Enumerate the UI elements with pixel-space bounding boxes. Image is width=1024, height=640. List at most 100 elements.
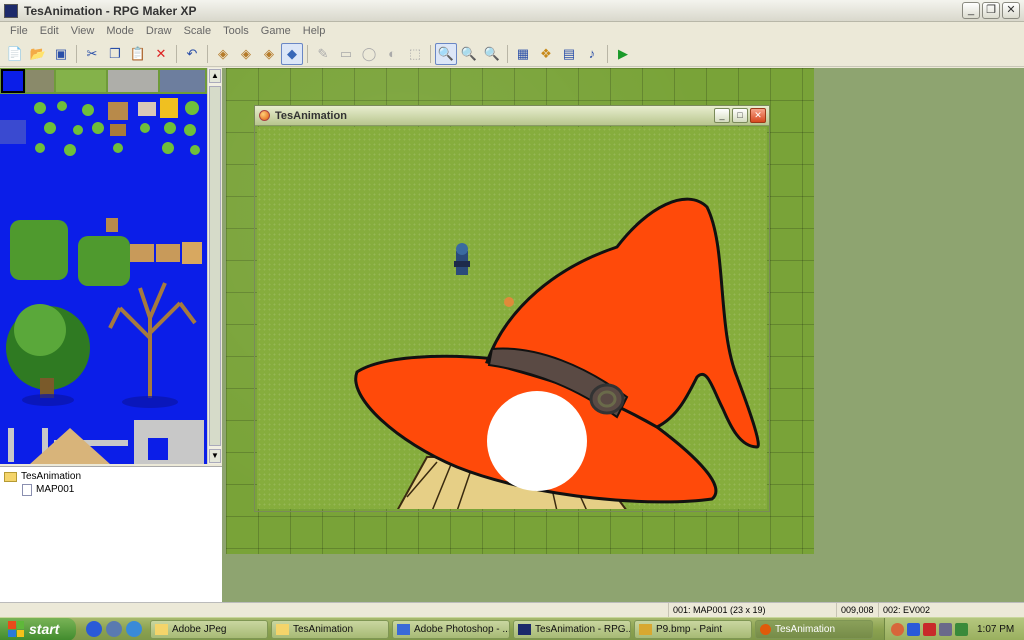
pencil-icon[interactable]: ✎ <box>312 43 334 65</box>
media-player-icon[interactable] <box>106 621 122 637</box>
open-project-icon[interactable]: 📂 <box>27 43 49 65</box>
security-alert-icon[interactable] <box>923 623 936 636</box>
new-project-icon[interactable]: 📄 <box>4 43 26 65</box>
quick-launch <box>86 621 142 637</box>
paste-icon[interactable]: 📋 <box>127 43 149 65</box>
tree-map-node[interactable]: MAP001 <box>4 483 218 496</box>
tray-app-icon[interactable] <box>939 623 952 636</box>
system-tray: 1:07 PM <box>884 618 1024 640</box>
toolbar-separator <box>307 44 308 63</box>
scroll-down-arrow-icon[interactable]: ▼ <box>209 449 221 463</box>
window-title: TesAnimation - RPG Maker XP <box>24 3 197 18</box>
browser-icon[interactable] <box>126 621 142 637</box>
start-button[interactable]: start <box>0 617 76 640</box>
copy-icon[interactable]: ❐ <box>104 43 126 65</box>
game-window-titlebar[interactable]: TesAnimation _ □ ✕ <box>255 106 769 126</box>
rectangle-icon[interactable]: ▭ <box>335 43 357 65</box>
materialbase-icon[interactable]: ❖ <box>535 43 557 65</box>
scroll-up-arrow-icon[interactable]: ▲ <box>209 69 221 83</box>
project-name: TesAnimation <box>21 471 82 482</box>
minimize-button[interactable]: _ <box>962 2 980 19</box>
volume-icon[interactable] <box>955 623 968 636</box>
status-coordinates: 009,008 <box>836 603 878 618</box>
game-scene <box>354 197 760 509</box>
zoom-half-icon[interactable]: 🔍 <box>458 43 480 65</box>
menu-edit[interactable]: Edit <box>34 25 65 37</box>
folder-icon <box>276 623 289 635</box>
paint-icon <box>639 623 652 635</box>
tileset-scrollbar[interactable]: ▲ ▼ <box>207 68 221 464</box>
delete-icon[interactable]: ✕ <box>150 43 172 65</box>
game-screen[interactable] <box>257 127 767 509</box>
zoom-quarter-icon[interactable]: 🔍 <box>481 43 503 65</box>
photoshop-icon <box>397 623 410 635</box>
scroll-thumb[interactable] <box>209 86 221 446</box>
status-bar: 001: MAP001 (23 x 19) 009,008 002: EV002 <box>0 602 1024 618</box>
database-icon[interactable]: ▦ <box>512 43 534 65</box>
undo-icon[interactable]: ↶ <box>181 43 203 65</box>
status-event: 002: EV002 <box>878 603 1024 618</box>
toolbar-separator <box>176 44 177 63</box>
ie-icon[interactable] <box>86 621 102 637</box>
network-icon[interactable] <box>907 623 920 636</box>
hero-sprite <box>454 243 470 275</box>
layer3-icon[interactable]: ◈ <box>258 43 280 65</box>
clock: 1:07 PM <box>977 624 1015 635</box>
flood-fill-icon[interactable]: ◐ <box>381 43 403 65</box>
task-label: TesAnimation <box>293 623 354 635</box>
menu-draw[interactable]: Draw <box>140 25 178 37</box>
task-label: P9.bmp - Paint <box>656 623 723 635</box>
folder-icon <box>4 471 17 482</box>
menu-mode[interactable]: Mode <box>100 25 140 37</box>
layer1-icon[interactable]: ◈ <box>212 43 234 65</box>
task-tesanimation-folder[interactable]: TesAnimation <box>271 619 389 639</box>
menu-view[interactable]: View <box>65 25 101 37</box>
map-name: MAP001 <box>36 484 75 495</box>
task-tesanimation-game[interactable]: TesAnimation <box>755 619 873 639</box>
tileset-graphic <box>0 68 207 464</box>
windows-flag-icon <box>8 621 24 637</box>
toolbar-separator <box>607 44 608 63</box>
menu-scale[interactable]: Scale <box>178 25 218 37</box>
zoom-1x-icon[interactable]: 🔍 <box>435 42 457 65</box>
game-maximize-button[interactable]: □ <box>732 108 748 123</box>
tileset-palette[interactable] <box>0 68 207 464</box>
toolbar-separator <box>76 44 77 63</box>
task-paint[interactable]: P9.bmp - Paint <box>634 619 752 639</box>
tree-project-node[interactable]: TesAnimation <box>4 470 218 483</box>
task-photoshop[interactable]: Adobe Photoshop - ... <box>392 619 510 639</box>
game-close-button[interactable]: ✕ <box>750 108 766 123</box>
select-icon[interactable]: ⬚ <box>404 43 426 65</box>
restore-button[interactable]: ❐ <box>982 2 1000 19</box>
event-layer-icon[interactable]: ◆ <box>281 42 303 65</box>
start-label: start <box>29 621 60 637</box>
game-window-title: TesAnimation <box>275 109 347 122</box>
menu-help[interactable]: Help <box>297 25 332 37</box>
rpg-maker-icon <box>518 623 531 635</box>
toolbar-separator <box>430 44 431 63</box>
tray-arrow-icon[interactable] <box>891 623 904 636</box>
folder-icon <box>155 623 168 635</box>
cut-icon[interactable]: ✂ <box>81 43 103 65</box>
game-window: TesAnimation _ □ ✕ <box>254 105 770 512</box>
menu-bar: File Edit View Mode Draw Scale Tools Gam… <box>0 22 1024 40</box>
ellipse-icon[interactable]: ◯ <box>358 43 380 65</box>
task-label: Adobe Photoshop - ... <box>414 623 510 635</box>
sound-test-icon[interactable]: ♪ <box>581 43 603 65</box>
game-minimize-button[interactable]: _ <box>714 108 730 123</box>
status-map-info: 001: MAP001 (23 x 19) <box>668 603 836 618</box>
menu-tools[interactable]: Tools <box>217 25 255 37</box>
map-page-icon <box>22 483 32 496</box>
rpg-maker-app-icon[interactable] <box>4 3 18 18</box>
task-adobe-jpeg[interactable]: Adobe JPeg <box>150 619 268 639</box>
script-editor-icon[interactable]: ▤ <box>558 43 580 65</box>
layer2-icon[interactable]: ◈ <box>235 43 257 65</box>
task-rpg-maker[interactable]: TesAnimation - RPG... <box>513 619 631 639</box>
game-window-controls: _ □ ✕ <box>714 108 766 123</box>
save-icon[interactable]: ▣ <box>50 43 72 65</box>
playtest-icon[interactable]: ▶ <box>612 43 634 65</box>
menu-file[interactable]: File <box>4 25 34 37</box>
menu-game[interactable]: Game <box>255 25 297 37</box>
close-button[interactable]: ✕ <box>1002 2 1020 19</box>
window-titlebar: TesAnimation - RPG Maker XP _ ❐ ✕ <box>0 0 1024 22</box>
